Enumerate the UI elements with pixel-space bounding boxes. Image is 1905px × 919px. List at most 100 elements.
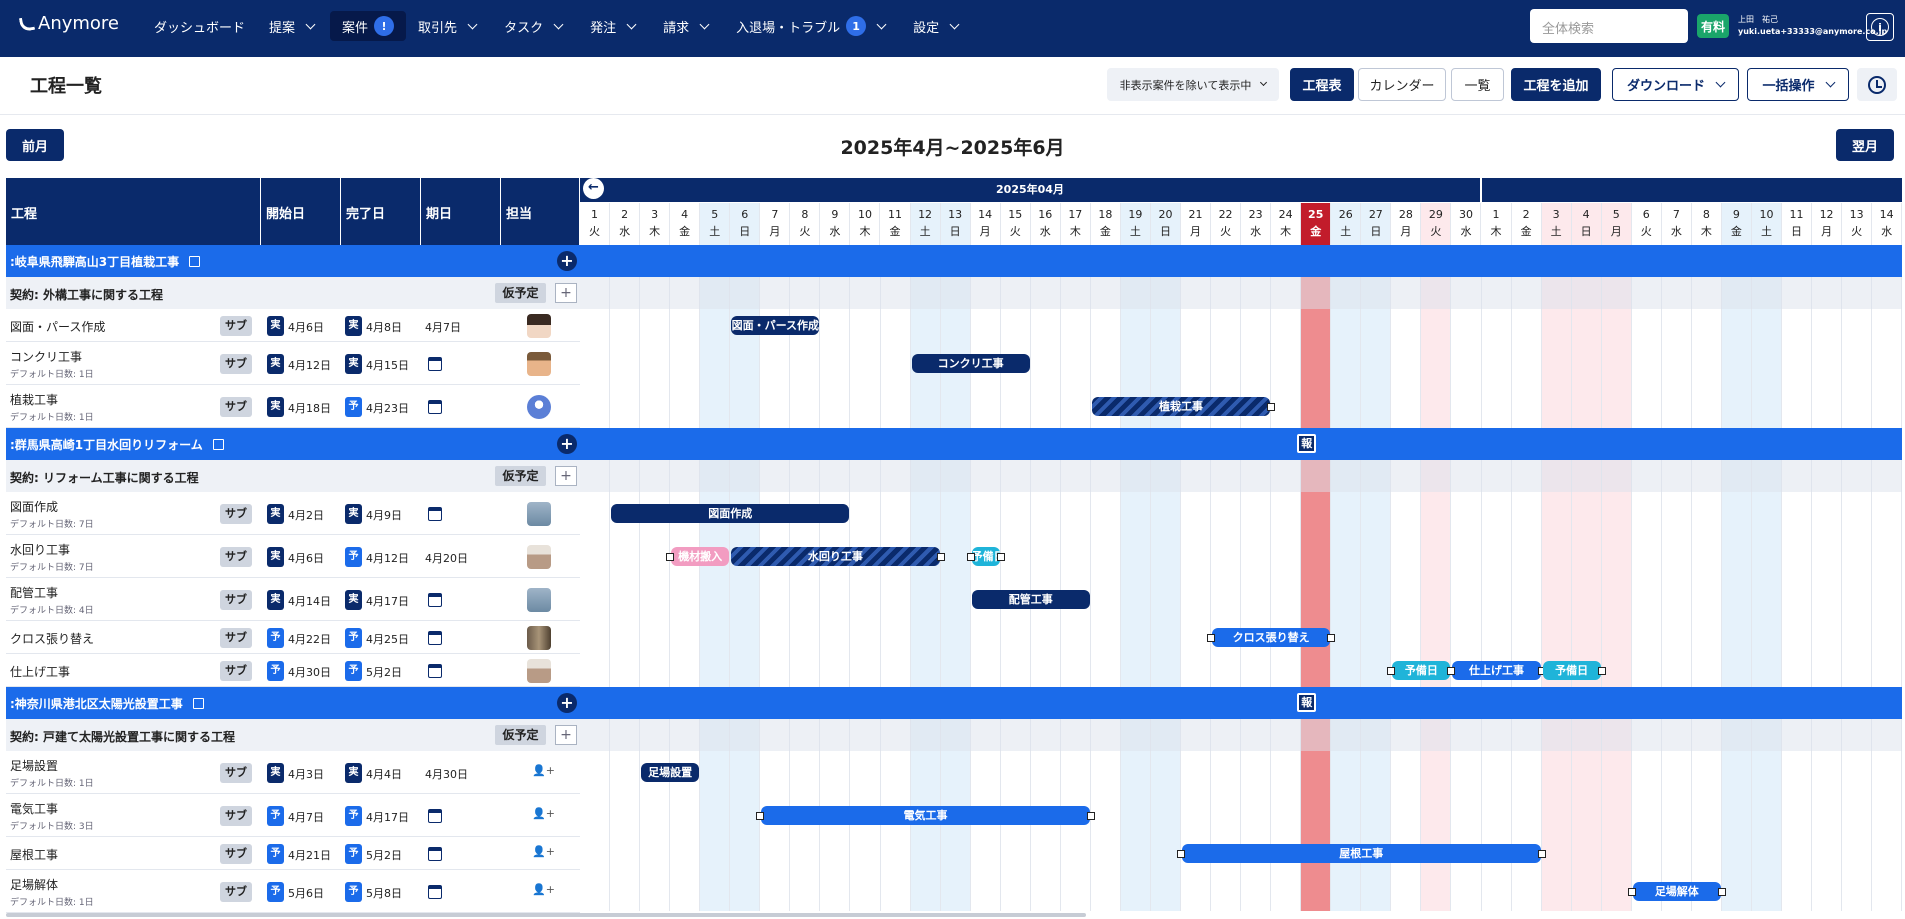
add-process-button[interactable]: +: [555, 725, 577, 745]
nav-item-6[interactable]: 請求: [651, 11, 724, 41]
resize-handle-right[interactable]: [1597, 666, 1606, 675]
user-info[interactable]: 上田 祐己 yuki.ueta+33333@anymore.co.jp: [1738, 14, 1887, 38]
start-date[interactable]: 4月14日: [288, 593, 331, 609]
process-bar[interactable]: 予備日: [1392, 660, 1451, 680]
resize-handle-left[interactable]: [666, 552, 675, 561]
end-date[interactable]: 4月12日: [366, 550, 409, 566]
start-date[interactable]: 4月7日: [288, 809, 324, 825]
sub-button[interactable]: サブ: [220, 843, 252, 864]
process-bar[interactable]: 電気工事: [761, 805, 1090, 825]
add-person-icon[interactable]: 👤+: [532, 807, 555, 820]
project-header[interactable]: :岐阜県飛騨高山3丁目植栽工事: [6, 245, 1902, 277]
project-name[interactable]: :群馬県高崎1丁目水回りリフォーム: [10, 438, 203, 452]
add-person-icon[interactable]: 👤+: [532, 764, 555, 777]
process-bar[interactable]: 予備日: [971, 546, 1000, 566]
end-date[interactable]: 4月15日: [366, 357, 409, 373]
hidden-filter-dropdown[interactable]: 非表示案件を除いて表示中: [1107, 68, 1279, 101]
due-date[interactable]: 4月7日: [425, 319, 461, 335]
nav-item-1[interactable]: 提案: [257, 11, 330, 41]
assignee-avatar[interactable]: [527, 625, 551, 650]
assignee-avatar[interactable]: [527, 313, 551, 338]
calendar-icon[interactable]: [428, 846, 442, 861]
add-to-project-button[interactable]: +: [557, 251, 577, 271]
resize-handle-left[interactable]: [1207, 633, 1216, 642]
process-bar[interactable]: 植栽工事: [1091, 396, 1271, 416]
add-person-icon[interactable]: 👤+: [532, 883, 555, 896]
process-name[interactable]: 図面作成: [10, 498, 58, 515]
process-bar[interactable]: クロス張り替え: [1212, 627, 1331, 647]
start-date[interactable]: 4月2日: [288, 507, 324, 523]
report-icon[interactable]: 報: [1297, 434, 1317, 453]
resize-handle-left[interactable]: [1387, 666, 1396, 675]
process-bar[interactable]: 足場解体: [1632, 881, 1721, 901]
process-name[interactable]: クロス張り替え: [10, 630, 94, 647]
nav-item-3[interactable]: 取引先: [406, 11, 492, 41]
bulk-action-button[interactable]: 一括操作: [1747, 68, 1849, 101]
start-date[interactable]: 5月6日: [288, 885, 324, 901]
calendar-icon[interactable]: [428, 630, 442, 645]
start-date[interactable]: 4月6日: [288, 319, 324, 335]
view-schedule-button[interactable]: 工程表: [1290, 68, 1354, 101]
end-date[interactable]: 4月9日: [366, 507, 402, 523]
start-date[interactable]: 4月12日: [288, 357, 331, 373]
calendar-icon[interactable]: [428, 592, 442, 607]
process-name[interactable]: 屋根工事: [10, 846, 58, 863]
assignee-avatar[interactable]: [527, 658, 551, 683]
resize-handle-right[interactable]: [936, 552, 945, 561]
resize-handle-right[interactable]: [1267, 402, 1276, 411]
resize-handle-right[interactable]: [1717, 887, 1726, 896]
resize-handle-right[interactable]: [1086, 811, 1095, 820]
process-bar[interactable]: 足場設置: [641, 762, 700, 782]
process-bar[interactable]: 仕上げ工事: [1452, 660, 1541, 680]
start-date[interactable]: 4月6日: [288, 550, 324, 566]
nav-item-8[interactable]: 設定: [901, 11, 974, 41]
process-name[interactable]: 植栽工事: [10, 391, 58, 408]
download-button[interactable]: ダウンロード: [1612, 68, 1739, 101]
resize-handle-left[interactable]: [966, 552, 975, 561]
add-to-project-button[interactable]: +: [557, 693, 577, 713]
external-link-icon[interactable]: [212, 439, 224, 450]
due-date[interactable]: 4月20日: [425, 550, 468, 566]
process-bar[interactable]: 図面作成: [611, 503, 850, 523]
add-person-icon[interactable]: 👤+: [532, 845, 555, 858]
end-date[interactable]: 4月8日: [366, 319, 402, 335]
process-name[interactable]: 仕上げ工事: [10, 663, 70, 680]
nav-item-7[interactable]: 入退場・トラブル 1: [724, 11, 901, 41]
calendar-icon[interactable]: [428, 884, 442, 899]
assignee-avatar[interactable]: [527, 351, 551, 376]
end-date[interactable]: 4月4日: [366, 766, 402, 782]
sub-button[interactable]: サブ: [220, 503, 252, 524]
process-bar[interactable]: 図面・パース作成: [731, 315, 820, 335]
history-button[interactable]: [1857, 68, 1897, 101]
assignee-avatar[interactable]: [527, 501, 551, 526]
sub-button[interactable]: サブ: [220, 805, 252, 826]
sub-button[interactable]: サブ: [220, 353, 252, 374]
process-bar[interactable]: 機材搬入: [671, 546, 730, 566]
tentative-button[interactable]: 仮予定: [495, 283, 546, 303]
end-date[interactable]: 5月2日: [366, 664, 402, 680]
calendar-icon[interactable]: [428, 808, 442, 823]
end-date[interactable]: 4月23日: [366, 400, 409, 416]
sub-button[interactable]: サブ: [220, 881, 252, 902]
end-date[interactable]: 4月17日: [366, 593, 409, 609]
next-month-button[interactable]: 翌月: [1836, 129, 1894, 161]
assignee-avatar[interactable]: [527, 544, 551, 569]
start-date[interactable]: 4月21日: [288, 847, 331, 863]
resize-handle-left[interactable]: [1627, 887, 1636, 896]
project-header[interactable]: :神奈川県港北区太陽光設置工事: [6, 687, 1902, 719]
sub-button[interactable]: サブ: [220, 396, 252, 417]
external-link-icon[interactable]: [189, 256, 201, 267]
assignee-avatar[interactable]: [527, 587, 551, 612]
sub-button[interactable]: サブ: [220, 315, 252, 336]
nav-item-5[interactable]: 発注: [578, 11, 651, 41]
horizontal-scrollbar[interactable]: [6, 913, 1086, 917]
sub-button[interactable]: サブ: [220, 589, 252, 610]
process-name[interactable]: 足場設置: [10, 757, 58, 774]
nav-item-2[interactable]: 案件!: [330, 11, 407, 41]
calendar-icon[interactable]: [428, 356, 442, 371]
process-bar[interactable]: コンクリ工事: [911, 353, 1030, 373]
start-date[interactable]: 4月30日: [288, 664, 331, 680]
end-date[interactable]: 5月2日: [366, 847, 402, 863]
add-to-project-button[interactable]: +: [557, 434, 577, 454]
tentative-button[interactable]: 仮予定: [495, 466, 546, 486]
